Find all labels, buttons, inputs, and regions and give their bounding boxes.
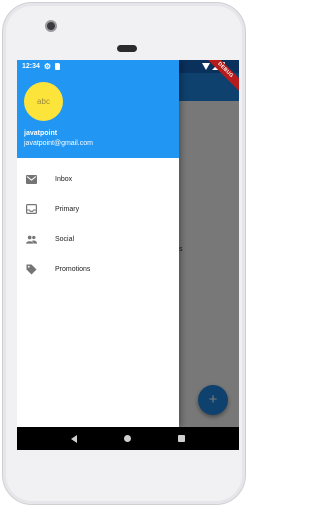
- recent-apps-icon[interactable]: [178, 435, 186, 442]
- drawer-item-label: Primary: [55, 205, 80, 213]
- status-time: 12:34: [22, 63, 40, 70]
- drawer-item-promotions[interactable]: Promotions: [17, 254, 179, 284]
- gear-icon: ⚙: [43, 61, 52, 71]
- mail-icon: [26, 174, 37, 185]
- account-email: javatpoint@gmail.com: [24, 140, 93, 147]
- phone-frame: s + DEBUG 12:34 ⚙ abc javatpoint javatpo…: [2, 2, 246, 505]
- wifi-icon: [202, 62, 210, 70]
- front-camera: [45, 20, 57, 32]
- drawer-item-label: Promotions: [55, 265, 91, 273]
- status-bar: 12:34 ⚙: [17, 60, 179, 73]
- navigation-drawer: 12:34 ⚙ abc javatpoint javatpoint@gmail.…: [17, 60, 179, 427]
- account-name: javatpoint: [24, 130, 58, 137]
- screen: s + DEBUG 12:34 ⚙ abc javatpoint javatpo…: [17, 60, 239, 450]
- home-icon[interactable]: [123, 435, 131, 442]
- inbox-tray-icon: [26, 204, 37, 215]
- drawer-menu: Inbox Primary Social Promotions: [17, 164, 179, 284]
- avatar[interactable]: abc: [24, 82, 63, 121]
- drawer-item-inbox[interactable]: Inbox: [17, 164, 179, 194]
- drawer-item-primary[interactable]: Primary: [17, 194, 179, 224]
- drawer-header: 12:34 ⚙ abc javatpoint javatpoint@gmail.…: [17, 60, 179, 158]
- tag-icon: [26, 264, 37, 275]
- people-icon: [26, 234, 37, 245]
- drawer-item-label: Social: [55, 235, 75, 243]
- drawer-item-label: Inbox: [55, 175, 73, 183]
- system-navigation-bar: [17, 427, 239, 450]
- back-icon[interactable]: [70, 434, 77, 443]
- drawer-item-social[interactable]: Social: [17, 224, 179, 254]
- earpiece-speaker: [117, 45, 137, 52]
- sd-card-icon: [55, 63, 61, 70]
